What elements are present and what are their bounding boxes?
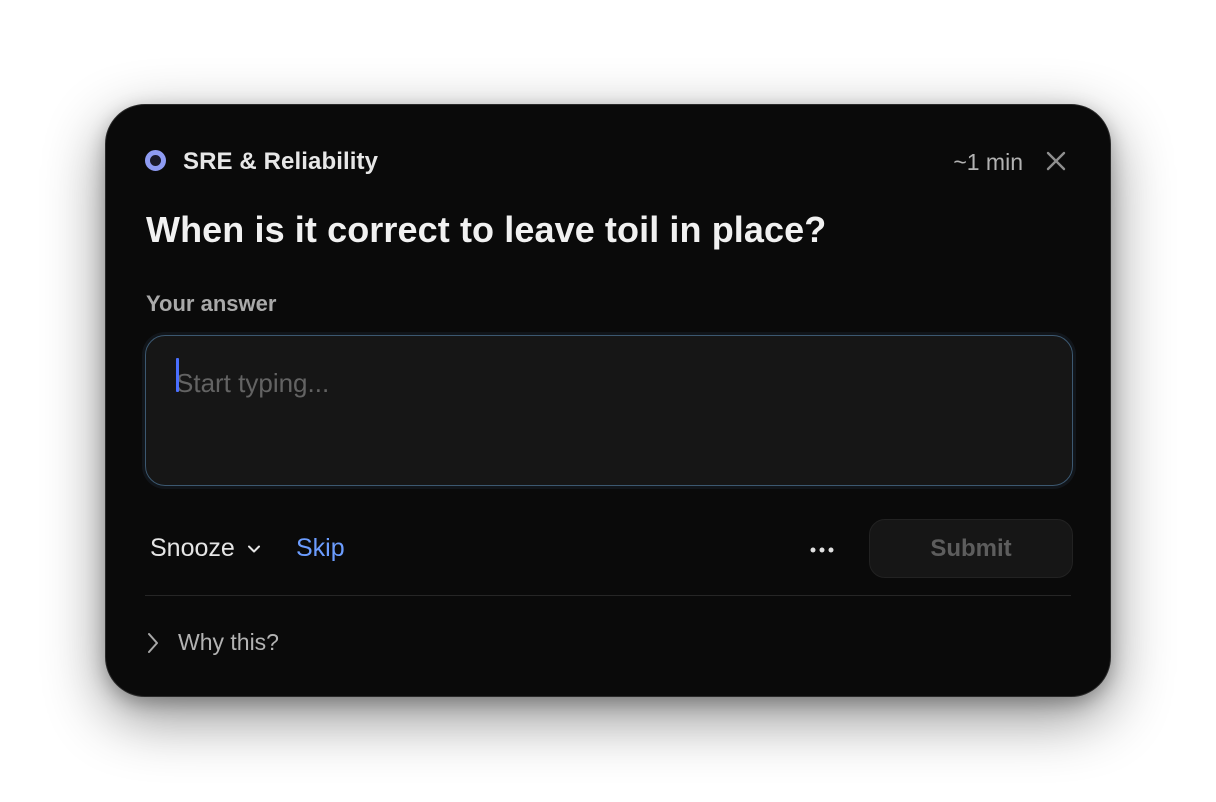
close-icon [1046, 151, 1066, 171]
snooze-button[interactable]: Snooze [150, 534, 235, 563]
submit-button[interactable]: Submit [869, 519, 1073, 578]
skip-link[interactable]: Skip [296, 534, 345, 563]
duration-label: ~1 min [953, 149, 1023, 175]
chevron-right-icon[interactable] [146, 632, 160, 654]
why-this-toggle[interactable]: Why this? [178, 629, 279, 656]
divider [145, 595, 1071, 596]
ring-dot-icon [145, 150, 166, 171]
more-options-button[interactable] [803, 535, 845, 565]
category-label: SRE & Reliability [183, 148, 379, 175]
card-header: SRE & Reliability ~1 min [145, 145, 1071, 181]
close-button[interactable] [1045, 150, 1067, 172]
question-title: When is it correct to leave toil in plac… [146, 209, 827, 250]
text-caret [176, 358, 179, 392]
answer-field[interactable] [145, 335, 1073, 486]
more-horizontal-icon [810, 547, 834, 553]
answer-label: Your answer [146, 291, 277, 316]
question-card: SRE & Reliability ~1 min When is it corr… [105, 104, 1111, 697]
chevron-down-icon[interactable] [247, 542, 261, 556]
answer-input[interactable] [176, 366, 1052, 400]
